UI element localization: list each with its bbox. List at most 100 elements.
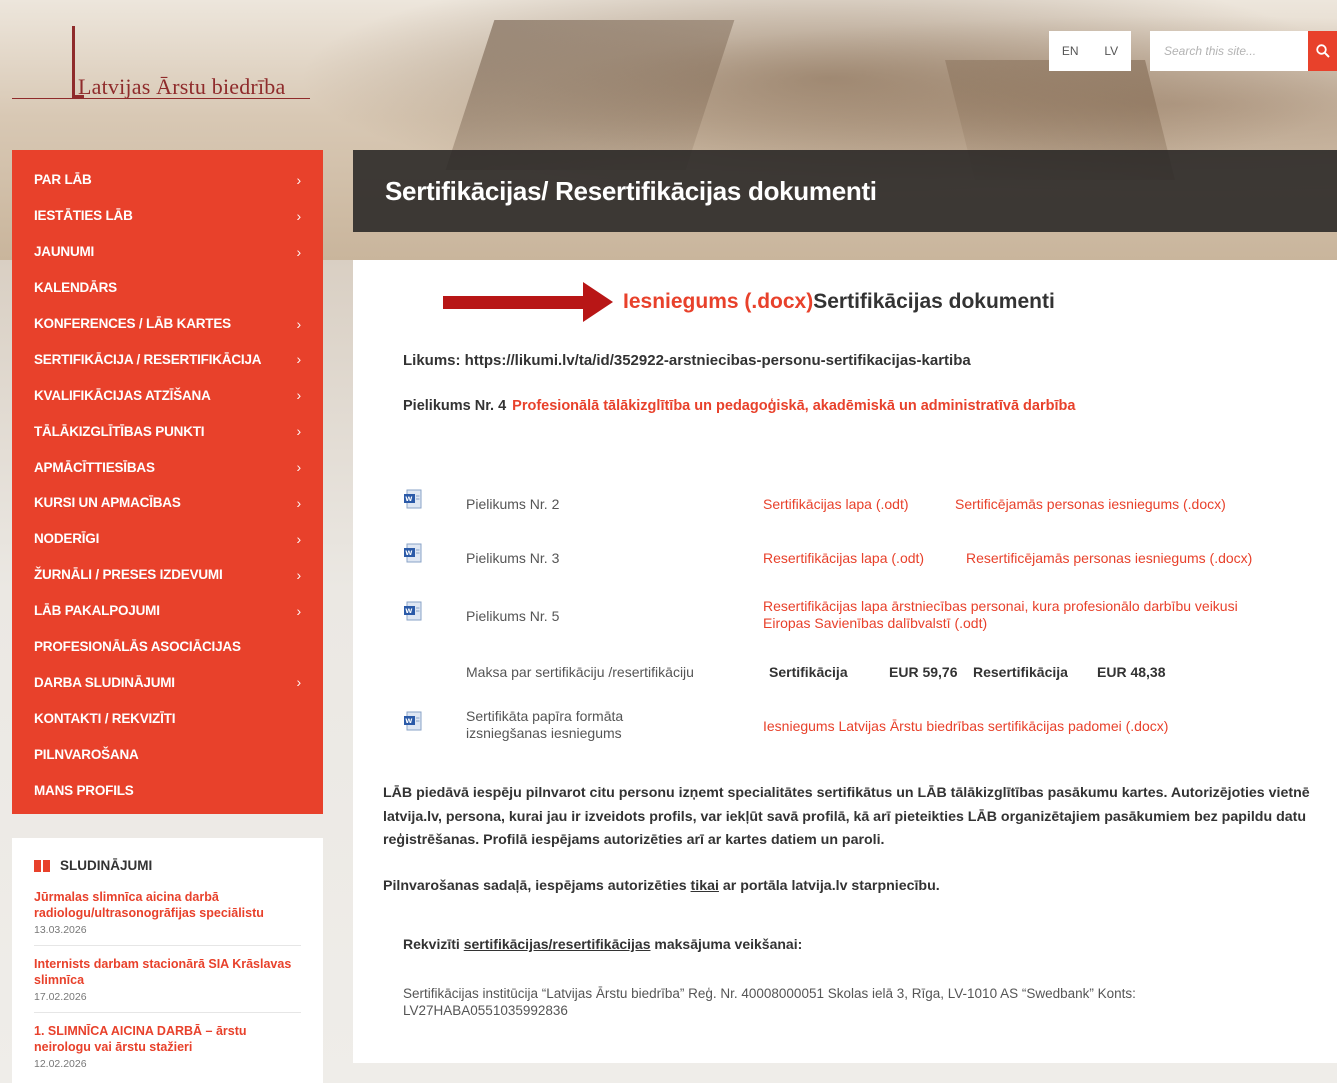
- sidebar-item-apmacittiesibas[interactable]: APMĀCĪTTIESĪBAS ›: [12, 449, 323, 485]
- search-input[interactable]: [1150, 31, 1308, 71]
- announcements-heading: SLUDINĀJUMI: [34, 858, 301, 873]
- site-search: [1150, 31, 1337, 71]
- sertificejamas-iesniegums-link[interactable]: Sertificējamās personas iesniegums (.doc…: [955, 496, 1226, 512]
- iesniegums-docx-link[interactable]: Iesniegums (.docx): [623, 290, 813, 314]
- rek-text-after: maksājuma veikšanai:: [650, 936, 803, 952]
- sidebar-item-label: KONFERENCES / LĀB KARTES: [34, 316, 231, 331]
- sidebar-item-label: ŽURNĀLI / PRESES IZDEVUMI: [34, 567, 223, 583]
- sidebar-item-sertifikacija[interactable]: SERTIFIKĀCIJA / RESERTIFIKĀCIJA ›: [12, 341, 323, 377]
- sidebar-item-kalendars[interactable]: KALENDĀRS: [12, 270, 323, 306]
- row-label: Pielikums Nr. 3: [466, 550, 560, 566]
- list-item: Jūrmalas slimnīca aicina darbā radiologu…: [34, 889, 301, 946]
- building-roof: [445, 20, 735, 170]
- word-document-icon: W: [404, 489, 422, 509]
- svg-text:W: W: [405, 549, 412, 557]
- sidebar-item-label: TĀLĀKIZGLĪTĪBAS PUNKTI: [34, 423, 205, 439]
- chevron-right-icon: ›: [296, 530, 302, 547]
- announcement-date: 12.02.2026: [34, 1058, 87, 1070]
- table-row: W Sertifikāta papīra formāta izsniegšana…: [403, 708, 1303, 750]
- institution-details: Sertifikācijas institūcija “Latvijas Ārs…: [403, 986, 1136, 1018]
- pielikums-4-link[interactable]: Profesionālā tālākizglītība un pedagoģis…: [512, 398, 1075, 414]
- announcements-heading-text: SLUDINĀJUMI: [60, 858, 153, 873]
- table-row: W Pielikums Nr. 2 Sertifikācijas lapa (.…: [403, 488, 1303, 528]
- sidebar-item-par-lab[interactable]: PAR LĀB ›: [12, 162, 323, 198]
- sidebar-item-asociacijas[interactable]: PROFESIONĀLĀS ASOCIĀCIJAS: [12, 629, 323, 665]
- chevron-right-icon: ›: [296, 315, 302, 332]
- sidebar-item-label: JAUNUMI: [34, 244, 95, 260]
- list-item: 1. SLIMNĪCA AICINA DARBĀ – ārstu neirolo…: [34, 1023, 301, 1079]
- lang-lv-link[interactable]: LV: [1104, 44, 1118, 58]
- svg-text:W: W: [405, 717, 412, 725]
- search-button[interactable]: [1308, 31, 1337, 71]
- word-document-icon: W: [404, 543, 422, 563]
- sidebar-item-label: PROFESIONĀLĀS ASOCIĀCIJAS: [34, 639, 241, 655]
- sidebar-item-label: PAR LĀB: [34, 172, 92, 188]
- resertifikacijas-lapa-link[interactable]: Resertifikācijas lapa (.odt): [763, 550, 924, 566]
- sertifikacijas-lapa-link[interactable]: Sertifikācijas lapa (.odt): [763, 496, 909, 512]
- pielikums-4-label: Pielikums Nr. 4: [403, 398, 507, 414]
- lang-en-link[interactable]: EN: [1062, 44, 1079, 58]
- sidebar-item-darba-sludinajumi[interactable]: DARBA SLUDINĀJUMI ›: [12, 664, 323, 700]
- svg-text:W: W: [405, 607, 412, 615]
- recert-fee-label: Resertifikācija: [973, 664, 1068, 680]
- resertifikacijas-lapa-es-link[interactable]: Resertifikācijas lapa ārstniecības perso…: [763, 598, 1283, 632]
- list-item: Internists darbam stacionārā SIA Krāslav…: [34, 956, 301, 1013]
- recert-fee-value: EUR 48,38: [1097, 664, 1166, 680]
- sidebar-item-label: KALENDĀRS: [34, 280, 117, 296]
- announcements-panel: SLUDINĀJUMI Jūrmalas slimnīca aicina dar…: [12, 838, 323, 1083]
- site-logo[interactable]: Latvijas Ārstu biedrība: [12, 26, 312, 102]
- pilnv-text-after: ar portāla latvija.lv starpniecību.: [718, 878, 940, 894]
- cert-fee-label: Sertifikācija: [769, 664, 848, 680]
- sidebar-item-label: MANS PROFILS: [34, 782, 134, 798]
- arrow-right-icon: [443, 282, 613, 322]
- sidebar-item-kontakti[interactable]: KONTAKTI / REKVIZĪTI: [12, 700, 323, 736]
- logo-letter-mark: [72, 26, 84, 98]
- word-document-icon: W: [404, 601, 422, 621]
- iesniegums-padomei-link[interactable]: Iesniegums Latvijas Ārstu biedrības sert…: [763, 718, 1168, 734]
- chevron-right-icon: ›: [296, 566, 302, 583]
- sidebar-item-label: KVALIFIKĀCIJAS ATZĪŠANA: [34, 387, 211, 403]
- sidebar-item-label: LĀB PAKALPOJUMI: [34, 603, 160, 619]
- logo-text: Latvijas Ārstu biedrība: [78, 74, 286, 99]
- resertificejamas-iesniegums-link[interactable]: Resertificējamās personas iesniegums (.d…: [966, 550, 1252, 566]
- content-heading: Iesniegums (.docx) Sertifikācijas dokume…: [443, 282, 1055, 322]
- sidebar-item-pilnvarosana[interactable]: PILNVAROŠANA: [12, 736, 323, 772]
- sidebar-item-noderigi[interactable]: NODERĪGI ›: [12, 521, 323, 557]
- chevron-right-icon: ›: [296, 602, 302, 619]
- sidebar-item-konferences[interactable]: KONFERENCES / LĀB KARTES ›: [12, 306, 323, 342]
- sidebar-item-talakizglitibas[interactable]: TĀLĀKIZGLĪTĪBAS PUNKTI ›: [12, 413, 323, 449]
- sidebar-item-zurnali[interactable]: ŽURNĀLI / PRESES IZDEVUMI ›: [12, 557, 323, 593]
- chevron-right-icon: ›: [296, 387, 302, 404]
- chevron-right-icon: ›: [296, 351, 302, 368]
- rekviziti-heading: Rekvizīti sertifikācijas/resertifikācija…: [403, 936, 802, 952]
- sidebar-item-kursi[interactable]: KURSI UN APMACĪBAS ›: [12, 485, 323, 521]
- table-row: W Pielikums Nr. 5 Resertifikācijas lapa …: [403, 598, 1303, 640]
- rek-text-underlined: sertifikācijas/resertifikācijas: [463, 936, 651, 952]
- announcement-link[interactable]: Jūrmalas slimnīca aicina darbā radiologu…: [34, 889, 301, 921]
- pilnvarosana-paragraph: LĀB piedāvā iespēju pilnvarot citu perso…: [383, 785, 1310, 848]
- cert-fee-value: EUR 59,76: [889, 664, 958, 680]
- search-icon: [1315, 44, 1330, 58]
- chevron-right-icon: ›: [296, 243, 302, 260]
- page-title: Sertifikācijas/ Resertifikācijas dokumen…: [385, 175, 877, 206]
- chevron-right-icon: ›: [296, 171, 302, 188]
- page-title-bar: Sertifikācijas/ Resertifikācijas dokumen…: [353, 150, 1337, 232]
- sidebar-nav: PAR LĀB › IESTĀTIES LĀB › JAUNUMI › KALENDĀ…: [12, 150, 323, 814]
- chevron-right-icon: ›: [296, 423, 302, 440]
- sidebar-item-mans-profils[interactable]: MANS PROFILS: [12, 772, 323, 808]
- pilnvarosana-note: Pilnvarošanas sadaļā, iespējams autorizē…: [383, 878, 940, 894]
- fees-row: Maksa par sertifikāciju /resertifikāciju…: [466, 664, 1286, 684]
- language-switcher: EN LV: [1049, 31, 1131, 71]
- announcement-link[interactable]: Internists darbam stacionārā SIA Krāslav…: [34, 956, 301, 988]
- announcement-link[interactable]: 1. SLIMNĪCA AICINA DARBĀ – ārstu neirolo…: [34, 1023, 301, 1055]
- sidebar-item-label: KURSI UN APMACĪBAS: [34, 495, 181, 511]
- sidebar-item-jaunumi[interactable]: JAUNUMI ›: [12, 234, 323, 270]
- sidebar-item-iestaties-lab[interactable]: IESTĀTIES LĀB ›: [12, 198, 323, 234]
- row-label: Pielikums Nr. 5: [466, 608, 560, 624]
- rek-text-before: Rekvizīti: [403, 936, 464, 952]
- word-document-icon: W: [404, 711, 422, 731]
- sidebar-item-lab-pakalpojumi[interactable]: LĀB PAKALPOJUMI ›: [12, 593, 323, 629]
- table-row: W Pielikums Nr. 3 Resertifikācijas lapa …: [403, 542, 1303, 582]
- sidebar-item-kvalifikacijas[interactable]: KVALIFIKĀCIJAS ATZĪŠANA ›: [12, 377, 323, 413]
- chevron-right-icon: ›: [296, 459, 302, 476]
